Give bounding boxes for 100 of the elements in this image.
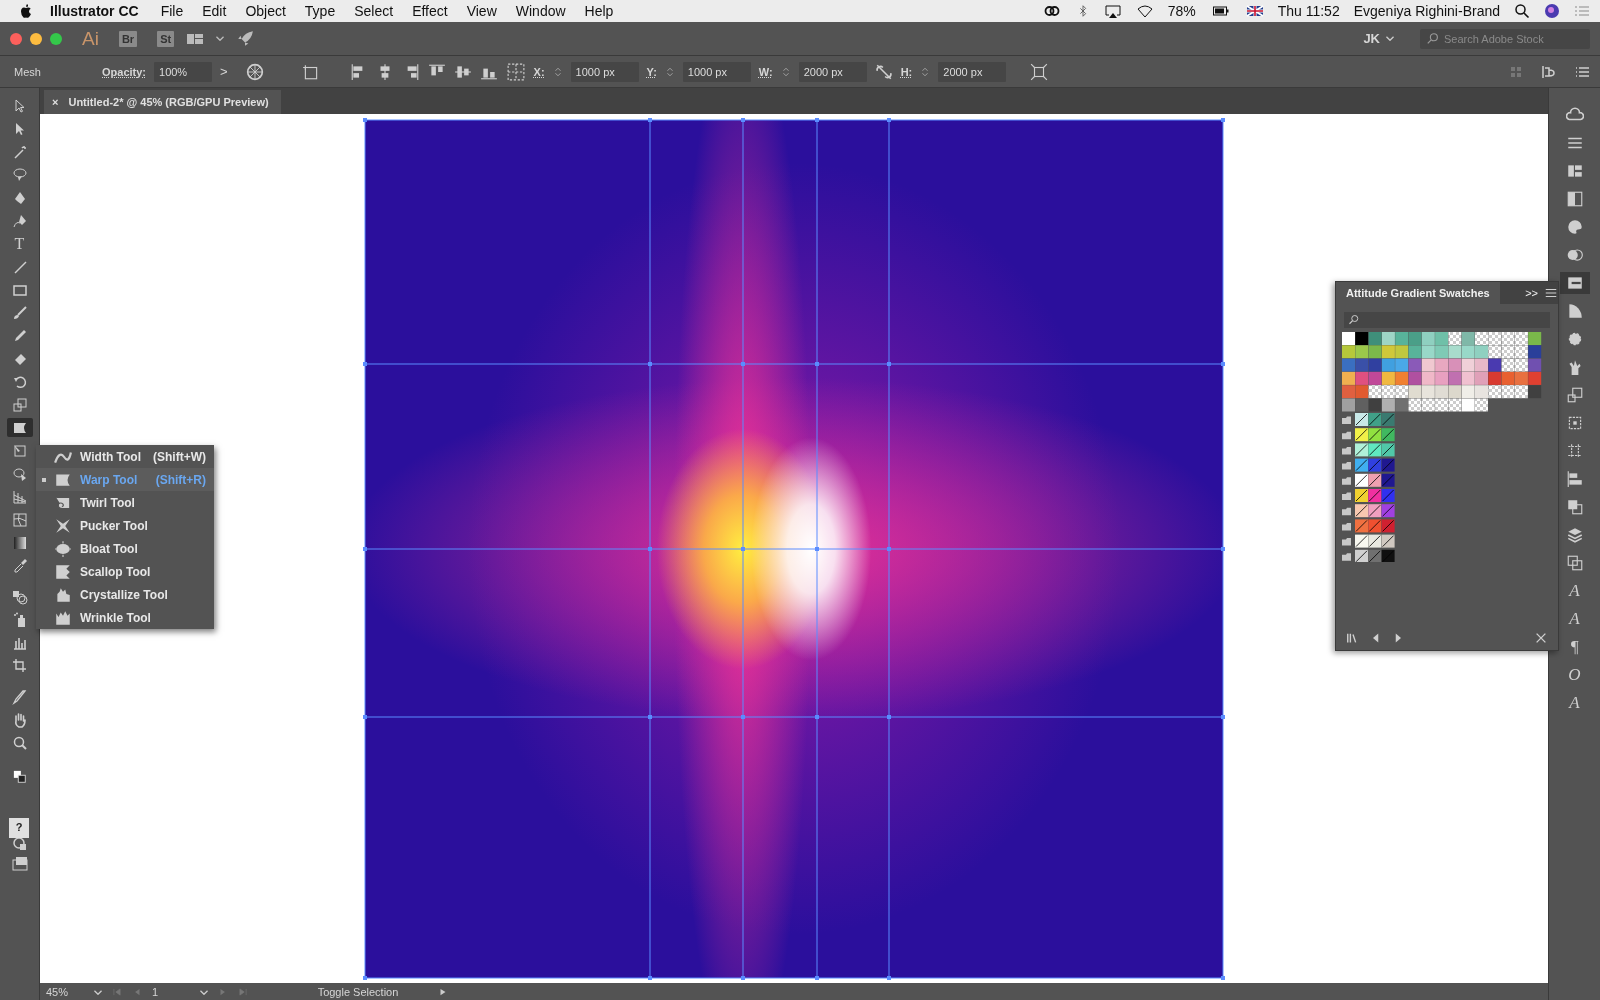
minimize-window-button[interactable] — [30, 32, 42, 45]
bridge-button[interactable]: Br — [118, 30, 138, 47]
scale-squares-icon — [11, 396, 28, 413]
zoom-magnifier-icon — [11, 734, 28, 751]
type-tool[interactable]: T — [6, 234, 33, 253]
free-transform-icon — [11, 442, 28, 459]
spray-can-icon — [11, 611, 28, 628]
selection-type-label: Mesh — [14, 65, 42, 78]
character-panel-button[interactable]: ¶ — [1559, 636, 1590, 658]
knife-icon — [11, 688, 28, 705]
collapse-panel-button[interactable]: >> — [1525, 287, 1538, 299]
artboard-icon — [11, 657, 28, 674]
menu-item[interactable]: Select — [354, 3, 394, 19]
flyout-menu-item[interactable]: Width Tool (Shift+W) — [36, 445, 214, 468]
caret-icon — [1386, 36, 1394, 41]
flyout-menu-item[interactable]: Scallop Tool — [36, 560, 214, 583]
menu-item[interactable]: Window — [515, 3, 566, 19]
app-name[interactable]: Illustrator CC — [50, 3, 139, 19]
battery-percentage: 78% — [1167, 3, 1196, 19]
opacity-field[interactable]: 100% — [154, 61, 212, 82]
menu-item[interactable]: View — [466, 3, 497, 19]
layers-stack-icon — [1565, 526, 1584, 544]
menu-item[interactable]: Edit — [202, 3, 227, 19]
artboard-number-dropdown[interactable]: 1 — [152, 986, 208, 998]
caret-icon — [94, 989, 102, 995]
swatch-search-field[interactable] — [1344, 312, 1550, 328]
menu-item[interactable]: Type — [304, 3, 336, 19]
screen-mode-icon[interactable] — [10, 856, 29, 872]
swatches-folder-icon — [1565, 274, 1584, 292]
menu-item[interactable]: Help — [584, 3, 614, 19]
apple-logo-icon — [18, 3, 34, 19]
status-text: Toggle Selection — [316, 986, 400, 998]
siri-orb-icon[interactable] — [1544, 3, 1560, 19]
delete-swatch-icon[interactable] — [1534, 631, 1548, 645]
stock-button[interactable]: St — [157, 30, 175, 47]
zoom-window-button[interactable] — [50, 32, 62, 45]
distribute-icon — [1565, 442, 1584, 460]
h-label: H: — [900, 65, 913, 78]
caret-icon — [216, 36, 225, 41]
menu-clock[interactable]: Thu 11:52 — [1277, 3, 1340, 19]
y-field[interactable]: 1000 px — [682, 61, 751, 82]
character-panel-button[interactable]: A — [1559, 608, 1590, 630]
flyout-menu-item[interactable]: Pucker Tool — [36, 514, 214, 537]
pathfinder-squares-icon — [1565, 498, 1584, 516]
palette-icon — [1565, 218, 1584, 236]
menu-item[interactable]: Object — [245, 3, 286, 19]
uk-flag-icon[interactable] — [1245, 3, 1264, 19]
panel-menu-icon[interactable] — [1544, 286, 1558, 300]
fill-swatch[interactable]: ? — [9, 818, 29, 838]
flyout-menu-item[interactable]: Crystallize Tool — [36, 583, 214, 606]
mesh-icon — [11, 511, 28, 528]
search-icon[interactable] — [1514, 3, 1530, 19]
document-title: Untitled-2* @ 45% (RGB/GPU Preview) — [68, 96, 269, 108]
y-label: Y: — [646, 65, 657, 78]
draw-mode-icon[interactable] — [11, 836, 28, 852]
tool-button[interactable] — [6, 418, 33, 437]
scallop-shape-icon — [54, 562, 72, 581]
transform-squares-icon — [1565, 386, 1584, 404]
w-field[interactable]: 2000 px — [798, 61, 867, 82]
swap-colors-icon[interactable] — [12, 770, 27, 784]
h-field[interactable]: 2000 px — [938, 61, 1007, 82]
isolate-mode-icon[interactable] — [1030, 62, 1049, 81]
search-icon — [1348, 314, 1360, 326]
opacity-menu-button[interactable]: > — [220, 64, 228, 79]
align-left-icon — [1565, 470, 1584, 488]
gradient-square-icon — [1565, 190, 1584, 208]
lasso-icon — [11, 166, 28, 183]
close-tab-button[interactable]: × — [52, 96, 59, 108]
recolor-wheel-icon[interactable] — [245, 62, 264, 81]
app-logo: Ai — [82, 27, 99, 50]
stock-search-field[interactable]: Search Adobe Stock — [1420, 28, 1590, 49]
perspective-grid-icon — [11, 488, 28, 505]
menu-item[interactable]: Effect — [412, 3, 448, 19]
character-panel-button[interactable]: A — [1559, 580, 1590, 602]
opacity-label: Opacity: — [102, 65, 146, 78]
panel-button[interactable] — [1559, 272, 1590, 294]
artboards-icon — [1565, 554, 1584, 572]
character-panel-button[interactable]: O — [1559, 664, 1590, 686]
flyout-menu-item[interactable]: Bloat Tool — [36, 537, 214, 560]
paintbrush-icon — [11, 304, 28, 321]
blend-shapes-icon — [11, 588, 28, 605]
pucker-shape-icon — [54, 516, 72, 535]
close-window-button[interactable] — [10, 32, 22, 45]
eyedropper-icon — [11, 557, 28, 574]
flyout-menu-item[interactable]: Wrinkle Tool — [36, 606, 214, 629]
user-name[interactable]: Evgeniya Righini-Brand — [1353, 3, 1500, 19]
flyout-menu-item[interactable]: Twirl Tool — [36, 491, 214, 514]
zoom-level-dropdown[interactable]: 45% — [46, 986, 102, 998]
character-panel-button[interactable]: A — [1559, 692, 1590, 714]
document-tab[interactable]: × Untitled-2* @ 45% (RGB/GPU Preview) — [44, 90, 281, 114]
workspace-switcher[interactable]: JK — [1363, 31, 1394, 46]
panel-title[interactable]: Attitude Gradient Swatches — [1336, 282, 1500, 304]
airplay-icon[interactable] — [1103, 3, 1122, 19]
rocket-icon[interactable] — [236, 29, 255, 48]
x-field[interactable]: 1000 px — [570, 61, 639, 82]
wifi-icon[interactable] — [1135, 3, 1154, 19]
menu-item[interactable]: File — [160, 3, 184, 19]
caret-icon — [200, 989, 208, 995]
reference-point-icon[interactable] — [505, 62, 526, 81]
constrain-link-icon[interactable] — [874, 62, 893, 81]
